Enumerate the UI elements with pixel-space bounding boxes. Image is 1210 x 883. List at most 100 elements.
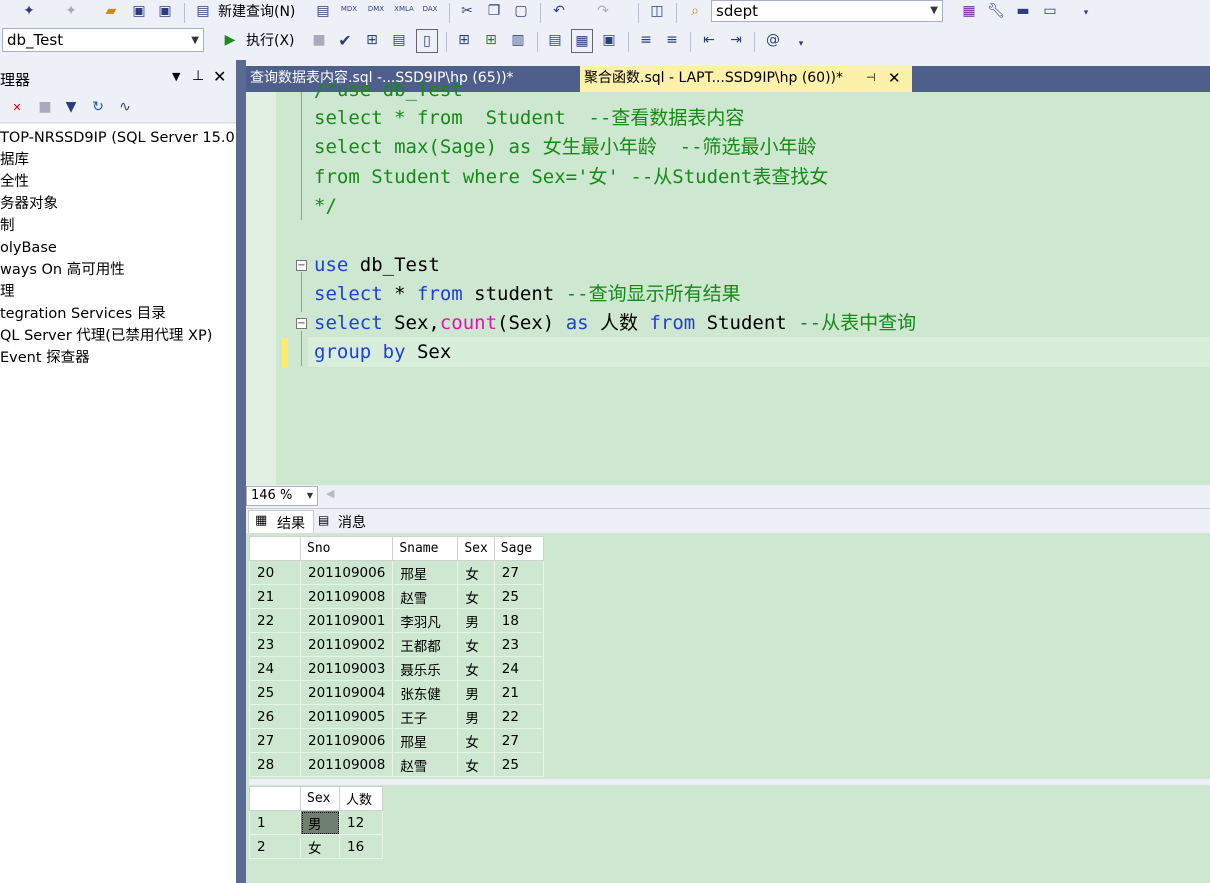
table-cell[interactable]: 201109001 [299,608,394,633]
table-cell[interactable]: 23 [493,632,544,657]
tab-messages[interactable]: ▤ 消息 [316,510,372,533]
find-icon[interactable]: ⌕ [686,2,704,20]
uncomment-icon[interactable]: ≡ [663,31,681,49]
table-cell[interactable]: 21 [493,680,544,705]
activity-monitor-icon[interactable]: ◫ [648,2,666,20]
chevron-down-icon[interactable]: ▼ [930,1,938,21]
table-cell[interactable]: 201109008 [299,584,394,609]
xmla-query-icon[interactable]: XMLA [393,0,415,18]
live-stats-icon[interactable]: ⊞ [482,31,500,49]
decrease-indent-icon[interactable]: ⇤ [700,31,718,49]
tree-item-always-on[interactable]: ways On 高可用性 [0,260,125,280]
table-row[interactable]: 22 201109001 李羽凡男 18 [249,608,544,633]
parse-icon[interactable]: ✔ [336,31,354,50]
copy-icon[interactable]: ❐ [485,2,503,20]
dmx-query-icon[interactable]: DMX [367,0,385,18]
client-stats-icon[interactable]: ▥ [509,31,527,49]
row-number[interactable]: 2 [249,834,301,859]
table-cell[interactable]: 201109008 [299,752,394,777]
result-separator[interactable] [249,779,1210,785]
wrench-icon[interactable]: 🔧︎ [987,2,1005,20]
table-cell[interactable]: 201109006 [299,560,394,585]
table-cell[interactable]: 12 [339,810,383,835]
table-row[interactable]: 28 201109008 赵雪女 25 [249,752,544,777]
row-number[interactable]: 23 [249,632,301,657]
code-line[interactable]: */ [314,194,337,218]
table-cell[interactable]: 18 [493,608,544,633]
mdx-query-icon[interactable]: MDX [340,0,358,18]
pin-icon[interactable]: ⊥ [192,68,204,84]
comment-out-icon[interactable]: ≡ [637,31,655,49]
tab-aggregate-functions[interactable]: 聚合函数.sql - LAPT...SSD9IP\hp (60))* ⊣ ✕ [580,66,912,92]
command-window-icon[interactable]: ▭ [1041,2,1059,20]
table-cell[interactable]: 22 [493,704,544,729]
close-icon[interactable]: ✕ [888,66,901,90]
row-number[interactable]: 24 [249,656,301,681]
table-row[interactable]: 26 201109005 王子男 22 [249,704,544,729]
pin-icon[interactable]: ⊣ [866,66,876,90]
execute-button[interactable]: 执行(X) [246,32,295,50]
table-cell[interactable]: 王子 [392,704,459,729]
increase-indent-icon[interactable]: ⇥ [727,31,745,49]
table-cell[interactable]: 王都都 [392,632,459,657]
code-line[interactable]: select * from student --查询显示所有结果 [314,282,741,306]
collapse-icon[interactable]: − [296,318,307,329]
column-header[interactable]: Sno [299,536,394,561]
scroll-left-icon[interactable]: ◀ [326,487,334,500]
open-file-icon[interactable]: ▰ [102,2,120,20]
table-cell[interactable]: 男 [300,810,340,835]
table-cell[interactable]: 女 [300,834,340,859]
actual-plan-icon[interactable]: ⊞ [455,31,473,49]
column-header[interactable]: 人数 [339,786,383,811]
table-cell[interactable]: 25 [493,584,544,609]
results-to-grid-icon[interactable]: ▦ [571,29,593,53]
row-number[interactable]: 28 [249,752,301,777]
table-row[interactable]: 27 201109006 邢星女 27 [249,728,544,753]
tree-item-replication[interactable]: 制 [0,216,15,236]
activity-icon[interactable]: ∿ [116,98,134,116]
cancel-query-icon[interactable]: ■ [310,31,328,49]
undo-icon[interactable]: ↶ [550,2,568,20]
table-cell[interactable]: 男 [457,680,495,705]
column-header[interactable]: Sex [457,536,495,561]
results-to-file-icon[interactable]: ▣ [600,31,618,49]
table-row[interactable]: 20 201109006 邢星女 27 [249,560,544,585]
new-query-button[interactable]: 新建查询(N) [218,3,295,21]
table-cell[interactable]: 邢星 [392,560,459,585]
table-cell[interactable]: 女 [457,584,495,609]
table-cell[interactable]: 女 [457,656,495,681]
find-combobox[interactable]: sdept ▼ [711,0,943,22]
row-number[interactable]: 22 [249,608,301,633]
code-line[interactable]: select max(Sage) as 女生最小年龄 --筛选最小年龄 [314,135,817,159]
estimated-plan-icon[interactable]: ⊞ [363,31,381,49]
table-cell[interactable]: 27 [493,560,544,585]
row-number[interactable]: 26 [249,704,301,729]
close-icon[interactable]: ✕ [213,67,226,86]
table-cell[interactable]: 女 [457,632,495,657]
zoom-combobox[interactable]: 146 % ▼ [246,486,318,506]
tree-item-sql-server-agent[interactable]: QL Server 代理(已禁用代理 XP) [0,326,212,346]
tree-item-xevent-profiler[interactable]: Event 探查器 [0,348,90,368]
query-options-icon[interactable]: ▤ [390,31,408,49]
code-line[interactable]: group by Sex [314,340,451,364]
splitter[interactable] [236,60,246,883]
column-header[interactable]: Sname [392,536,459,561]
results-to-text-icon[interactable]: ▤ [546,31,564,49]
table-cell[interactable]: 聂乐乐 [392,656,459,681]
table-cell[interactable]: 24 [493,656,544,681]
row-number[interactable]: 27 [249,728,301,753]
row-number[interactable]: 25 [249,680,301,705]
table-cell[interactable]: 李羽凡 [392,608,459,633]
execute-icon[interactable]: ▶ [221,31,239,49]
save-all-icon[interactable]: ▣ [156,2,174,20]
table-cell[interactable]: 201109002 [299,632,394,657]
table-cell[interactable]: 25 [493,752,544,777]
table-cell[interactable]: 男 [457,704,495,729]
table-row[interactable]: 21 201109008 赵雪女 25 [249,584,544,609]
table-cell[interactable]: 201109003 [299,656,394,681]
code-line[interactable]: use db_Test [314,253,440,277]
filter-icon[interactable]: ▼ [62,98,80,116]
table-cell[interactable]: 201109005 [299,704,394,729]
chevron-down-icon[interactable]: ▼ [191,30,199,52]
table-cell[interactable]: 女 [457,752,495,777]
